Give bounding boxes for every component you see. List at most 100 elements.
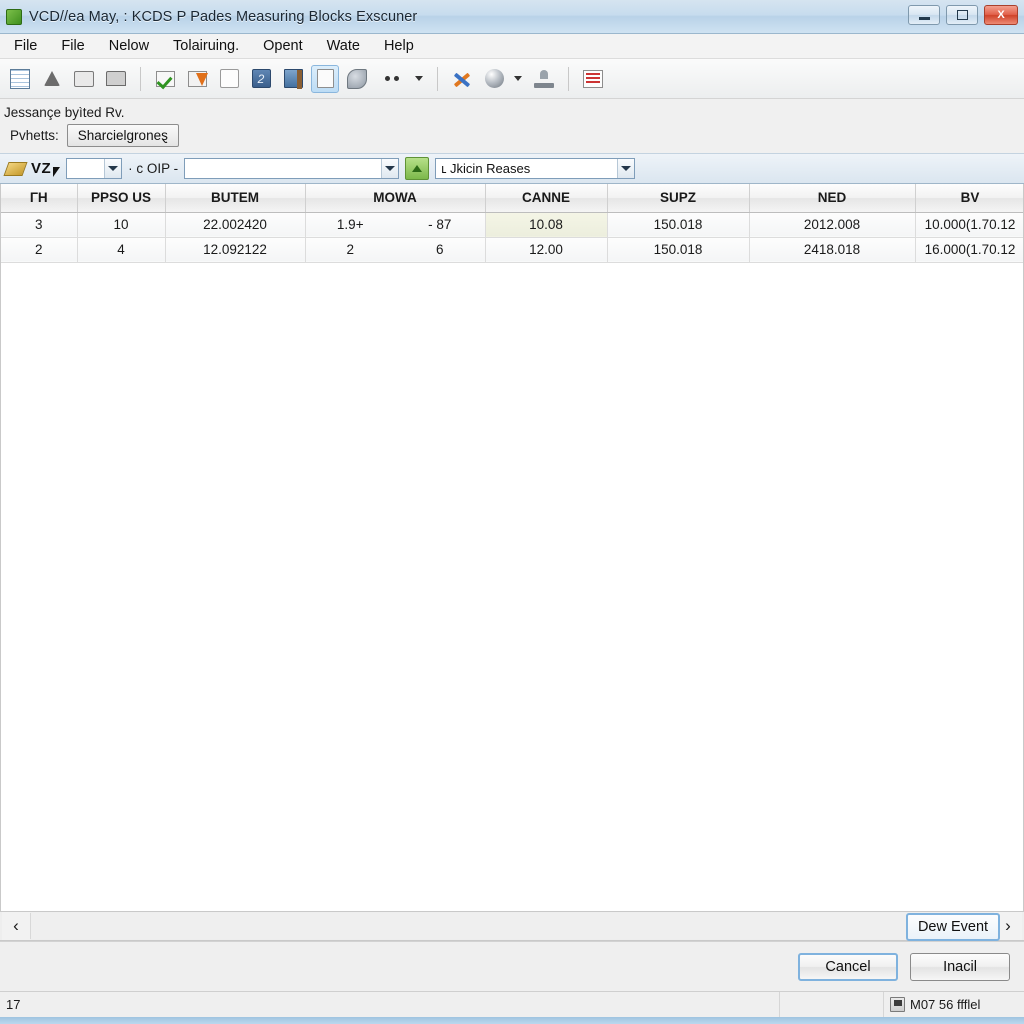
cancel-page-icon — [187, 70, 208, 87]
menu-item-1[interactable]: File — [49, 36, 96, 56]
save-door-icon — [283, 69, 303, 89]
cell-r1c1: 4 — [77, 237, 166, 263]
column-header-5[interactable]: SUPZ — [607, 184, 750, 213]
document-active-icon — [316, 69, 334, 88]
window-controls: X — [908, 5, 1018, 25]
toolbar-separator-2 — [437, 66, 438, 91]
apply-button[interactable]: Inacil — [910, 952, 1010, 981]
chevron-down-icon-4 — [385, 166, 396, 171]
column-header-1[interactable]: PPSO US — [77, 184, 166, 213]
status-message: Jessançe byìted Rv. — [4, 105, 125, 120]
checkmark-page-button[interactable] — [151, 65, 179, 93]
filter-combo-mid-arrow[interactable] — [381, 159, 399, 178]
application-window: VCD//ea May, : KCDS P Pades Measuring Bl… — [0, 0, 1024, 1024]
cancel-page-button[interactable] — [183, 65, 211, 93]
blank-page-button[interactable] — [215, 65, 243, 93]
card-edit-button[interactable] — [70, 65, 98, 93]
cell-r0c3: 1.9+ - 87 — [305, 212, 486, 238]
navigation-strip: ‹ Dew Event › — [0, 911, 1024, 941]
column-header-2[interactable]: BUTEM — [165, 184, 306, 213]
connection-icon — [890, 997, 905, 1012]
stamp-button[interactable] — [530, 65, 558, 93]
filter-combo-small-arrow[interactable] — [104, 159, 122, 178]
wrench-search-icon — [347, 68, 367, 89]
chevron-down-icon — [415, 76, 423, 81]
filter-combo-small[interactable] — [66, 158, 123, 179]
close-icon: X — [997, 9, 1005, 21]
menu-bar: File File Nelow Tolairuing. Opent Wate H… — [0, 34, 1024, 59]
column-header-7[interactable]: BV — [915, 184, 1023, 213]
status-right: M07 56 ffflel — [884, 992, 1024, 1017]
menu-item-4[interactable]: Opent — [251, 36, 315, 56]
preset-chip-button[interactable]: Sharcielgroneȿ — [66, 124, 179, 147]
toolbar: 2 — [0, 59, 1024, 99]
filter-combo-wide-value: ʟ Jkicin Reases — [441, 161, 531, 176]
cell-r1c6: 2418.018 — [749, 237, 916, 263]
water-drop-button[interactable] — [38, 65, 66, 93]
maximize-button[interactable] — [946, 5, 978, 25]
maximize-icon — [956, 10, 968, 20]
chevron-down-icon-2 — [514, 76, 522, 81]
cell-r0c6: 2012.008 — [749, 212, 916, 238]
more-dropdown-button[interactable] — [413, 65, 427, 93]
cancel-button[interactable]: Cancel — [798, 952, 898, 981]
filter-combo-wide[interactable]: ʟ Jkicin Reases — [435, 158, 636, 179]
table-row[interactable]: 3 10 22.002420 1.9+ - 87 10.08 150.018 20… — [1, 212, 1023, 238]
menu-item-2[interactable]: Nelow — [97, 36, 161, 56]
cell-r1c0: 2 — [1, 237, 78, 263]
sub-header: Jessançe byìted Rv. Pvhetts: Sharcielgro… — [0, 99, 1024, 153]
save-door-button[interactable] — [279, 65, 307, 93]
diamond-icon — [3, 161, 28, 176]
report-chart-button[interactable] — [579, 65, 607, 93]
cell-r1c3-a: 2 — [346, 242, 354, 257]
cell-r0c2: 22.002420 — [165, 212, 306, 238]
app-icon — [6, 8, 22, 25]
bottom-accent-bar — [0, 1017, 1024, 1024]
dew-event-button[interactable]: Dew Event — [906, 913, 1000, 941]
menu-item-5[interactable]: Wate — [315, 36, 372, 56]
minimize-button[interactable] — [908, 5, 940, 25]
sphere-dropdown-button[interactable] — [512, 65, 526, 93]
prev-page-button[interactable]: ‹ — [2, 912, 30, 940]
blue-data-button[interactable]: 2 — [247, 65, 275, 93]
data-grid-container: ΓH PPSO US BUTEM MOWA CANNE SUPZ NED BV … — [0, 184, 1024, 911]
wrench-search-button[interactable] — [343, 65, 371, 93]
water-drop-icon — [44, 71, 60, 86]
cell-r1c7: 16.000(1.70.12 — [915, 237, 1023, 263]
cell-r1c4: 12.00 — [485, 237, 608, 263]
apply-filter-button[interactable] — [405, 157, 430, 180]
report-chart-icon — [583, 69, 603, 88]
filter-combo-wide-arrow[interactable] — [617, 159, 635, 178]
column-header-4[interactable]: CANNE — [485, 184, 608, 213]
column-header-3[interactable]: MOWA — [305, 184, 486, 213]
chevron-down-icon-5 — [621, 166, 632, 171]
close-button[interactable]: X — [984, 5, 1018, 25]
table-grid-button[interactable] — [6, 65, 34, 93]
sphere-globe-button[interactable] — [480, 65, 508, 93]
document-active-button[interactable] — [311, 64, 339, 93]
table-grid-icon — [10, 68, 30, 89]
printer-button[interactable] — [102, 65, 130, 93]
menu-item-6[interactable]: Help — [372, 36, 426, 56]
table-row[interactable]: 2 4 12.092122 26 12.00 150.018 2418.018 … — [1, 237, 1023, 263]
filter-separator-text: · c OIP - — [128, 161, 179, 176]
measuring-blocks-table: ΓH PPSO US BUTEM MOWA CANNE SUPZ NED BV … — [1, 184, 1023, 263]
sphere-globe-icon — [484, 69, 504, 88]
status-left: 17 — [0, 992, 780, 1017]
presets-label: Pvhetts: — [10, 128, 59, 143]
vz-badge-label: VZ — [31, 160, 52, 177]
tools-cross-button[interactable] — [448, 65, 476, 93]
column-header-0[interactable]: ΓH — [1, 184, 78, 213]
toolbar-separator-3 — [568, 66, 569, 91]
menu-item-0[interactable]: File — [2, 36, 49, 56]
window-title: VCD//ea May, : KCDS P Pades Measuring Bl… — [29, 8, 418, 25]
cell-r0c4: 10.08 — [485, 212, 608, 238]
more-dots-button[interactable] — [375, 65, 409, 93]
column-header-6[interactable]: NED — [749, 184, 916, 213]
menu-item-3[interactable]: Tolairuing. — [161, 36, 251, 56]
filter-combo-mid[interactable] — [184, 158, 400, 179]
nav-scroll-track[interactable] — [30, 913, 994, 939]
cell-r1c3-b: 6 — [435, 242, 444, 257]
table-header-row: ΓH PPSO US BUTEM MOWA CANNE SUPZ NED BV — [1, 184, 1023, 213]
stamp-icon — [534, 69, 554, 88]
